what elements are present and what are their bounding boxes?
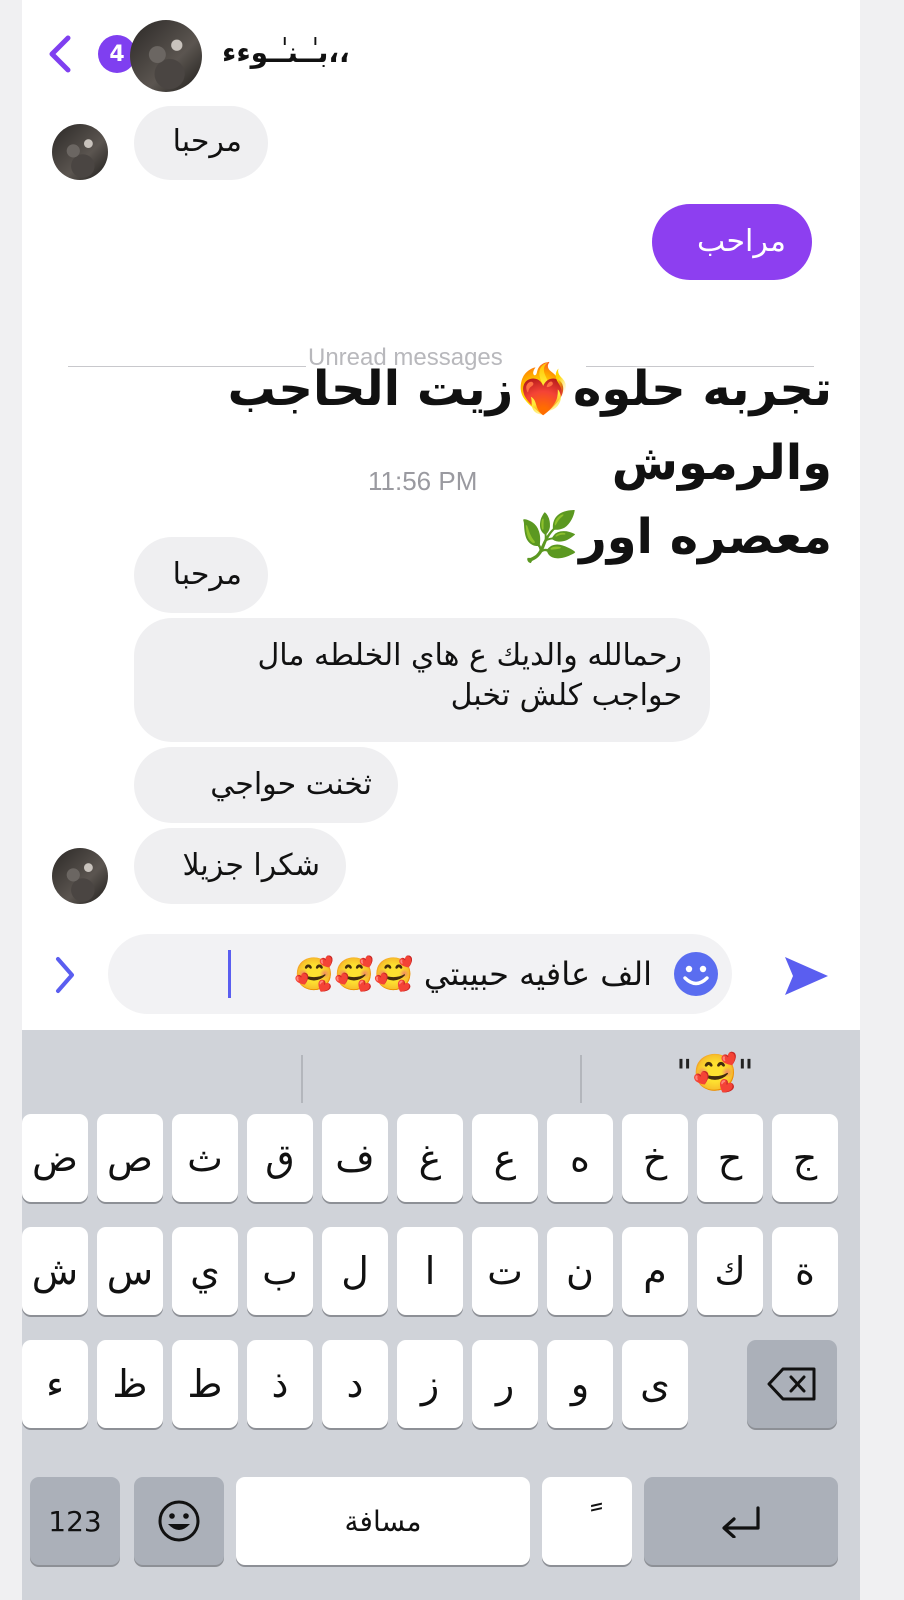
key-letter[interactable]: ن bbox=[547, 1227, 613, 1315]
key-letter[interactable]: ر bbox=[472, 1340, 538, 1428]
message-text: ثخنت حواجي bbox=[210, 767, 372, 802]
keyboard: "🥰" 123 مسافة ً جحخهعغفقثصض ةكمنتالبيسش ىو… bbox=[22, 1030, 860, 1600]
message-input[interactable]: الف عافيه حبيبتي 🥰🥰🥰 bbox=[108, 934, 732, 1014]
key-letter[interactable]: ض bbox=[22, 1114, 88, 1202]
message-text: شكرا جزيلا bbox=[182, 848, 320, 883]
key-letter[interactable]: ب bbox=[247, 1227, 313, 1315]
key-letter[interactable]: ى bbox=[622, 1340, 688, 1428]
text-caret bbox=[228, 950, 231, 998]
key-letter[interactable]: ث bbox=[172, 1114, 238, 1202]
chevron-right-icon[interactable] bbox=[52, 955, 78, 995]
key-letter[interactable]: ا bbox=[397, 1227, 463, 1315]
suggestion-separator bbox=[580, 1055, 582, 1103]
key-letter[interactable]: ج bbox=[772, 1114, 838, 1202]
message-bubble-incoming[interactable]: ثخنت حواجي bbox=[134, 747, 398, 823]
suggestion-separator bbox=[301, 1055, 303, 1103]
overlay-line: معصره اور🌿 bbox=[519, 509, 832, 565]
space-key[interactable]: مسافة bbox=[236, 1477, 530, 1565]
key-letter[interactable]: م bbox=[622, 1227, 688, 1315]
key-letter[interactable]: ت bbox=[472, 1227, 538, 1315]
emoji-key[interactable] bbox=[134, 1477, 224, 1565]
chat-header: 4 بـٰـنـٰـوءء،، bbox=[22, 0, 860, 104]
send-icon[interactable] bbox=[782, 953, 830, 999]
backspace-key[interactable] bbox=[747, 1340, 837, 1428]
message-bubble-incoming[interactable]: مرحبا bbox=[134, 106, 268, 180]
key-letter[interactable]: ه bbox=[547, 1114, 613, 1202]
key-letter[interactable]: ص bbox=[97, 1114, 163, 1202]
key-letter[interactable]: ف bbox=[322, 1114, 388, 1202]
key-letter[interactable]: ل bbox=[322, 1227, 388, 1315]
contact-name[interactable]: بـٰـنـٰـوءء،، bbox=[222, 36, 350, 69]
return-key[interactable] bbox=[644, 1477, 838, 1565]
emoji-icon[interactable] bbox=[672, 950, 720, 998]
key-letter[interactable]: ي bbox=[172, 1227, 238, 1315]
key-letter[interactable]: ة bbox=[772, 1227, 838, 1315]
keyboard-suggestion[interactable]: "🥰" bbox=[676, 1052, 754, 1094]
message-text: مراحب bbox=[697, 224, 786, 259]
return-icon bbox=[722, 1506, 760, 1538]
key-letter[interactable]: ح bbox=[697, 1114, 763, 1202]
emoji-icon bbox=[158, 1500, 200, 1542]
message-text-line: حواجب كلش تخبل bbox=[450, 678, 682, 713]
key-letter[interactable]: خ bbox=[622, 1114, 688, 1202]
key-letter[interactable]: و bbox=[547, 1340, 613, 1428]
key-letter[interactable]: ظ bbox=[97, 1340, 163, 1428]
key-letter[interactable]: ز bbox=[397, 1340, 463, 1428]
message-input-text: الف عافيه حبيبتي 🥰🥰🥰 bbox=[294, 955, 652, 993]
overlay-caption: تجربه حلوه❤️‍🔥زيت الحاجب والرموش معصره ا… bbox=[172, 352, 832, 574]
key-letter[interactable]: غ bbox=[397, 1114, 463, 1202]
sender-avatar[interactable] bbox=[52, 848, 108, 904]
back-button[interactable]: 4 bbox=[46, 34, 136, 74]
numbers-key[interactable]: 123 bbox=[30, 1477, 120, 1565]
message-bubble-incoming[interactable]: رحمالله والديك ع هاي الخلطه مال حواجب كل… bbox=[134, 618, 710, 742]
chevron-left-icon bbox=[49, 35, 71, 73]
key-letter[interactable]: ش bbox=[22, 1227, 88, 1315]
overlay-line: والرموش bbox=[611, 435, 832, 491]
key-letter[interactable]: ط bbox=[172, 1340, 238, 1428]
key-letter[interactable]: ق bbox=[247, 1114, 313, 1202]
key-letter[interactable]: ع bbox=[472, 1114, 538, 1202]
message-text-line: رحمالله والديك ع هاي الخلطه مال bbox=[257, 638, 682, 673]
backspace-icon bbox=[767, 1367, 816, 1401]
key-letter[interactable]: ك bbox=[697, 1227, 763, 1315]
message-text: مرحبا bbox=[172, 124, 242, 159]
key-letter[interactable]: ء bbox=[22, 1340, 88, 1428]
key-letter[interactable]: ذ bbox=[247, 1340, 313, 1428]
message-bubble-incoming[interactable]: شكرا جزيلا bbox=[134, 828, 346, 904]
key-letter[interactable]: س bbox=[97, 1227, 163, 1315]
key-letter[interactable]: د bbox=[322, 1340, 388, 1428]
diacritic-key[interactable]: ً bbox=[542, 1477, 632, 1565]
overlay-line: تجربه حلوه❤️‍🔥زيت الحاجب bbox=[227, 361, 832, 417]
contact-avatar[interactable] bbox=[130, 20, 202, 92]
chat-screen: 4 بـٰـنـٰـوءء،، مرحبا مراحب Unread messa… bbox=[22, 0, 860, 1030]
sender-avatar[interactable] bbox=[52, 124, 108, 180]
message-bubble-outgoing[interactable]: مراحب bbox=[652, 204, 812, 280]
